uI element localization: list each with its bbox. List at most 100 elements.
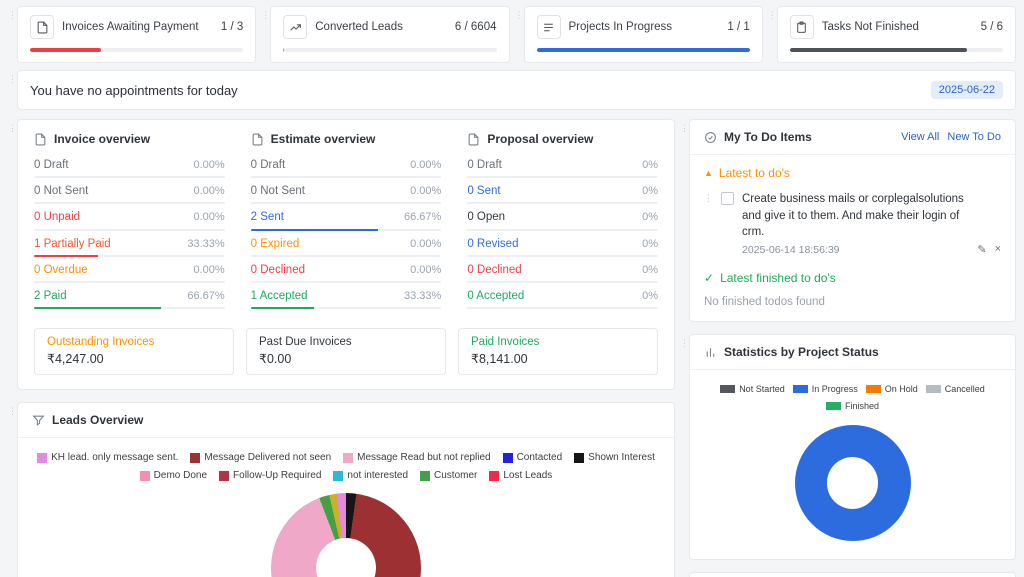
legend-swatch bbox=[139, 470, 150, 481]
overview-row-label[interactable]: 2 Paid bbox=[34, 290, 67, 303]
stat-card-projects-in-progress[interactable]: Projects In Progress 1 / 1 bbox=[523, 6, 763, 63]
legend-label: On Hold bbox=[884, 384, 918, 395]
tasks-icon bbox=[789, 15, 814, 39]
overview-row: 0 Draft 0.00% bbox=[250, 159, 442, 179]
overview-row-percent: 66.67% bbox=[187, 290, 225, 303]
document-icon bbox=[468, 133, 479, 145]
overview-row-label[interactable]: 0 Not Sent bbox=[34, 185, 88, 198]
overview-row: 0 Overdue 0.00% bbox=[34, 264, 225, 284]
overview-row-bar bbox=[34, 202, 225, 205]
todo-date: 2025-06-14 18:56:39 bbox=[742, 244, 840, 257]
date-badge[interactable]: 2025-06-22 bbox=[930, 81, 1003, 99]
warning-icon: ▲ bbox=[704, 168, 713, 178]
latest-todos-heading: Latest to do's bbox=[718, 166, 790, 180]
outstanding-invoices-box: Outstanding Invoices ₹4,247.00 bbox=[34, 328, 234, 376]
legend-swatch bbox=[343, 452, 354, 463]
overview-row: 0 Accepted 0% bbox=[467, 290, 658, 310]
overview-row: 0 Not Sent 0.00% bbox=[250, 185, 442, 205]
overview-row-label[interactable]: 0 Expired bbox=[251, 238, 300, 251]
drag-handle-icon[interactable]: ⋮⋮ bbox=[261, 6, 277, 63]
overview-row-label[interactable]: 0 Open bbox=[467, 211, 505, 224]
right-column: ⋮⋮ My To Do Items View All New To Do ▲ L… bbox=[680, 119, 1016, 577]
proposal-overview-column: Proposal overview 0 Draft 0% 0 Sent 0% 0… bbox=[467, 132, 658, 316]
drag-handle-icon[interactable]: ⋮⋮ bbox=[8, 402, 24, 577]
todo-checkbox[interactable] bbox=[721, 192, 734, 205]
overview-title: Proposal overview bbox=[487, 132, 594, 146]
overview-row: 1 Partially Paid 33.33% bbox=[34, 238, 225, 257]
legend-item: Finished bbox=[825, 401, 879, 411]
overview-row-bar bbox=[467, 228, 658, 231]
overview-row-label[interactable]: 2 Sent bbox=[251, 211, 284, 224]
overview-row-label[interactable]: 0 Overdue bbox=[34, 264, 88, 277]
stat-label: Converted Leads bbox=[315, 21, 403, 33]
invoice-overview-column: Invoice overview 0 Draft 0.00% 0 Not Sen… bbox=[34, 132, 225, 316]
stat-card-invoices-awaiting-payment[interactable]: Invoices Awaiting Payment 1 / 3 bbox=[17, 6, 257, 63]
overview-row-label[interactable]: 1 Accepted bbox=[251, 290, 308, 303]
overview-row-label[interactable]: 0 Not Sent bbox=[251, 185, 305, 198]
todo-item: ⋮ Create business mails or corplegalsolu… bbox=[704, 191, 1001, 256]
overview-row-bar bbox=[34, 176, 225, 179]
overview-row-percent: 0.00% bbox=[410, 159, 442, 171]
legend-item: Demo Done bbox=[139, 470, 207, 481]
stat-value: 6 / 6604 bbox=[454, 21, 497, 33]
overview-row: 0 Not Sent 0.00% bbox=[34, 185, 225, 205]
leads-legend: KH lead. only message sent. Message Deli… bbox=[36, 452, 656, 481]
drag-handle-icon[interactable]: ⋮⋮ bbox=[680, 119, 696, 322]
view-all-link[interactable]: View All bbox=[901, 131, 939, 143]
check-circle-icon bbox=[705, 131, 716, 143]
delete-icon[interactable]: × bbox=[995, 243, 1001, 256]
main-area: ⋮⋮ Invoice overview 0 Draft 0.00% 0 Not … bbox=[8, 119, 1016, 577]
project-status-legend: Not Started In Progress On Hold Cancelle… bbox=[700, 384, 1005, 411]
drag-handle-icon[interactable]: ⋮⋮ bbox=[768, 6, 784, 63]
stat-label: Invoices Awaiting Payment bbox=[62, 21, 199, 33]
drag-handle-icon[interactable]: ⋮⋮ bbox=[680, 334, 696, 560]
stat-card-unit: ⋮⋮ Tasks Not Finished 5 / 6 bbox=[768, 6, 1016, 63]
drag-handle-icon[interactable]: ⋮⋮ bbox=[515, 6, 531, 63]
overview-row: 2 Paid 66.67% bbox=[34, 290, 225, 310]
legend-label: KH lead. only message sent. bbox=[51, 452, 179, 464]
overview-row-label[interactable]: 0 Declined bbox=[251, 264, 305, 277]
overview-row-label[interactable]: 0 Draft bbox=[467, 159, 502, 172]
legend-label: In Progress bbox=[811, 384, 858, 395]
overview-row-label[interactable]: 0 Draft bbox=[34, 159, 69, 172]
new-todo-link[interactable]: New To Do bbox=[947, 131, 1001, 143]
leads-overview-title: Leads Overview bbox=[52, 413, 144, 428]
overview-row-bar bbox=[250, 281, 442, 284]
drag-handle-icon[interactable]: ⋮ bbox=[704, 191, 713, 204]
legend-item: In Progress bbox=[792, 384, 858, 395]
finance-box-amount: ₹8,141.00 bbox=[471, 352, 528, 367]
overview-row-label[interactable]: 0 Unpaid bbox=[34, 211, 80, 224]
stat-label: Projects In Progress bbox=[568, 21, 673, 33]
drag-handle-icon[interactable]: ⋮⋮ bbox=[8, 70, 24, 110]
overview-row-label[interactable]: 0 Draft bbox=[251, 159, 286, 172]
overview-row: 0 Expired 0.00% bbox=[250, 238, 442, 257]
legend-item: Contacted bbox=[502, 452, 562, 463]
overview-row-percent: 0% bbox=[642, 290, 658, 303]
legend-item: Shown Interest bbox=[574, 452, 655, 463]
overview-row-percent: 0% bbox=[642, 159, 658, 171]
overview-row-bar bbox=[34, 281, 225, 284]
overview-row-bar bbox=[250, 202, 442, 205]
edit-icon[interactable]: ✎ bbox=[977, 243, 986, 256]
no-finished-todos-message: No finished todos found bbox=[704, 296, 825, 309]
legend-swatch bbox=[333, 470, 344, 481]
overview-row-label[interactable]: 0 Revised bbox=[467, 238, 518, 251]
drag-handle-icon[interactable]: ⋮⋮ bbox=[8, 6, 24, 63]
overview-row-label[interactable]: 0 Accepted bbox=[467, 290, 524, 303]
stat-card-converted-leads[interactable]: Converted Leads 6 / 6604 bbox=[270, 6, 510, 63]
leads-overview-widget: ⋮⋮ Leads Overview KH lead. only message … bbox=[8, 402, 675, 577]
appointments-widget: ⋮⋮ You have no appointments for today 20… bbox=[8, 70, 1016, 110]
overview-row-label[interactable]: 0 Sent bbox=[467, 185, 500, 198]
overview-row-label[interactable]: 0 Declined bbox=[467, 264, 521, 277]
drag-handle-icon[interactable]: ⋮⋮ bbox=[8, 119, 24, 390]
overview-row-bar bbox=[467, 281, 658, 284]
stat-value: 5 / 6 bbox=[980, 21, 1003, 33]
overview-row-bar bbox=[250, 307, 442, 310]
overview-row: 0 Revised 0% bbox=[467, 238, 658, 257]
stat-card-tasks-not-finished[interactable]: Tasks Not Finished 5 / 6 bbox=[776, 6, 1016, 63]
drag-handle-icon[interactable]: ⋮⋮ bbox=[680, 572, 696, 577]
finance-box-title: Paid Invoices bbox=[471, 336, 540, 349]
overview-row-label[interactable]: 1 Partially Paid bbox=[34, 238, 111, 251]
trending-up-icon bbox=[283, 15, 308, 39]
leads-donut-chart bbox=[271, 493, 421, 577]
